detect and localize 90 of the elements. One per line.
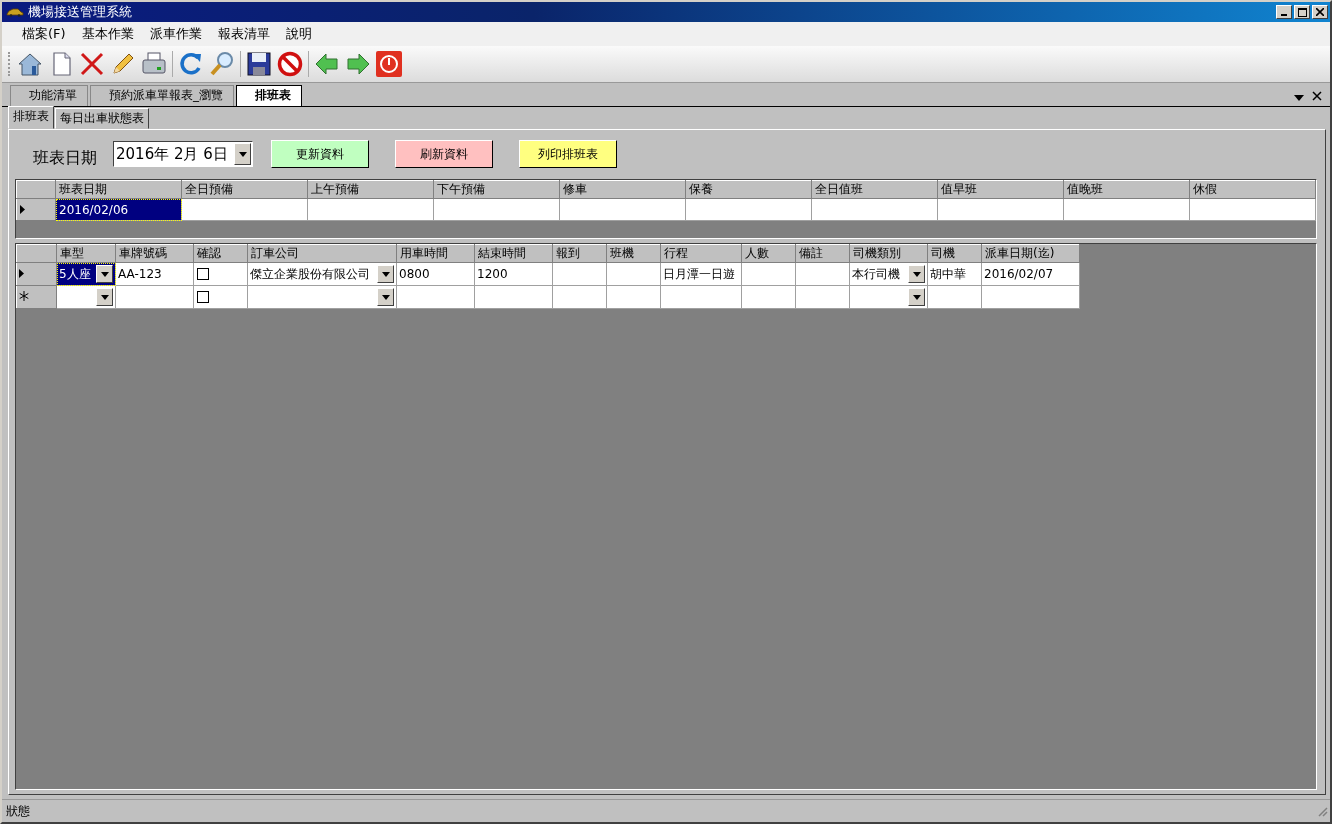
cell-text: AA-123: [118, 267, 162, 281]
action-button[interactable]: 更新資料: [271, 140, 369, 168]
corner-header: [16, 244, 57, 263]
column-header[interactable]: 上午預備: [307, 180, 434, 199]
caret-icon: [381, 271, 390, 277]
cell-text: 本行司機: [852, 265, 900, 283]
stop-icon[interactable]: [276, 50, 304, 78]
checkbox[interactable]: [197, 268, 209, 280]
table-cell[interactable]: 傑立企業股份有限公司: [247, 262, 397, 286]
power-icon[interactable]: [375, 50, 403, 78]
tab[interactable]: 排班表: [8, 106, 54, 129]
caret-icon: [381, 294, 390, 300]
document-tab[interactable]: 排班表: [236, 85, 302, 106]
close-icon: [1316, 8, 1324, 16]
close-button[interactable]: [1312, 5, 1328, 19]
column-header[interactable]: 行程: [660, 244, 742, 263]
tab[interactable]: 每日出車狀態表: [55, 108, 149, 129]
dropdown-icon[interactable]: [1294, 95, 1304, 101]
menu-item[interactable]: 檔案(F): [14, 25, 74, 43]
cell-text: 胡中華: [930, 265, 966, 283]
menu-item[interactable]: 報表清單: [209, 25, 278, 43]
cell-text: 0800: [399, 267, 430, 281]
dropdown-button[interactable]: [908, 288, 925, 306]
column-header[interactable]: 值晚班: [1063, 180, 1190, 199]
column-header[interactable]: 保養: [685, 180, 812, 199]
column-header[interactable]: 休假: [1189, 180, 1316, 199]
date-picker[interactable]: 2016年 2月 6日: [113, 141, 253, 167]
date-label: 班表日期: [33, 147, 97, 169]
document-tab[interactable]: 預約派車單報表_瀏覽: [90, 85, 234, 106]
column-header[interactable]: 修車: [559, 180, 686, 199]
column-header[interactable]: 全日預備: [181, 180, 308, 199]
column-header[interactable]: 訂車公司: [247, 244, 397, 263]
status-text: 狀態: [6, 802, 30, 820]
row-header[interactable]: [16, 198, 56, 221]
column-header[interactable]: 車型: [56, 244, 116, 263]
search-icon[interactable]: [208, 50, 236, 78]
maximize-button[interactable]: [1294, 5, 1310, 19]
cell-text: 2016/02/07: [984, 267, 1054, 281]
resize-grip-icon[interactable]: [1317, 805, 1328, 817]
minimize-button[interactable]: [1276, 5, 1292, 19]
column-header[interactable]: 值早班: [937, 180, 1064, 199]
row-header[interactable]: [16, 262, 57, 286]
dropdown-button[interactable]: [377, 265, 394, 283]
corner-header: [16, 180, 56, 199]
column-header[interactable]: 司機類別: [849, 244, 928, 263]
menu-item[interactable]: 說明: [277, 25, 320, 43]
cell-text: 5人座: [59, 265, 91, 283]
table-cell[interactable]: [247, 285, 397, 309]
action-button[interactable]: 刷新資料: [395, 140, 493, 168]
dropdown-button[interactable]: [908, 265, 925, 283]
car-icon: [6, 7, 24, 17]
column-header[interactable]: 派車日期(迄): [981, 244, 1080, 263]
column-header[interactable]: 報到: [552, 244, 607, 263]
column-header[interactable]: 車牌號碼: [115, 244, 194, 263]
save-icon[interactable]: [245, 50, 273, 78]
checkbox[interactable]: [197, 291, 209, 303]
cell-text: 2016/02/06: [59, 202, 129, 217]
column-header[interactable]: 司機: [927, 244, 982, 263]
menu-item[interactable]: 基本作業: [73, 25, 142, 43]
column-header[interactable]: 全日值班: [811, 180, 938, 199]
toolbar-grip: [8, 52, 13, 76]
cell-text: 1200: [477, 267, 508, 281]
caret-icon: [912, 271, 921, 277]
document-tab[interactable]: 功能清單: [10, 85, 88, 106]
dropdown-icon[interactable]: [238, 151, 247, 157]
close-icon[interactable]: [1312, 91, 1322, 101]
dropdown-button[interactable]: [377, 288, 394, 306]
column-header[interactable]: 人數: [741, 244, 796, 263]
menu-item[interactable]: 派車作業: [141, 25, 210, 43]
new-row-icon: [19, 291, 29, 301]
column-header[interactable]: 用車時間: [396, 244, 475, 263]
dropdown-button[interactable]: [96, 288, 113, 306]
caret-icon: [100, 271, 109, 277]
column-header[interactable]: 確認: [193, 244, 248, 263]
cell-text: 傑立企業股份有限公司: [250, 265, 370, 283]
action-button[interactable]: 列印排班表: [519, 140, 617, 168]
current-row-icon: [19, 269, 24, 278]
column-header[interactable]: 結束時間: [474, 244, 553, 263]
delete-icon[interactable]: [78, 50, 106, 78]
column-header[interactable]: 下午預備: [433, 180, 560, 199]
caret-icon: [912, 294, 921, 300]
column-header[interactable]: 班表日期: [55, 180, 182, 199]
column-header[interactable]: 班機: [606, 244, 661, 263]
row-header[interactable]: [16, 285, 57, 309]
window-title: 機場接送管理系統: [28, 3, 132, 21]
caret-icon: [100, 294, 109, 300]
cell-text: 日月潭一日遊: [663, 265, 735, 283]
dropdown-button[interactable]: [96, 265, 113, 283]
maximize-icon: [1297, 7, 1307, 17]
column-header[interactable]: 備註: [795, 244, 850, 263]
